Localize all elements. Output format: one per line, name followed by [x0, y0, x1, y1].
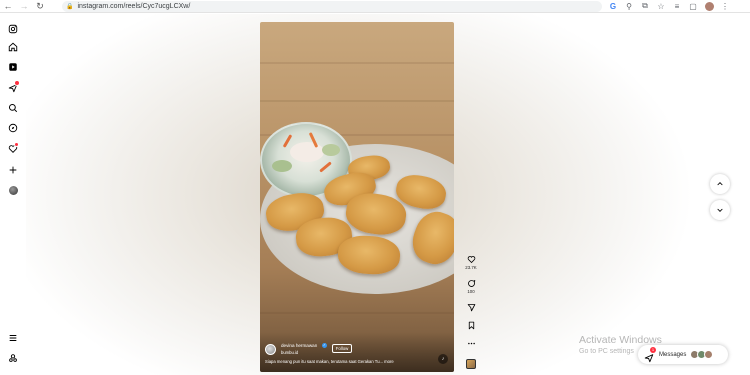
profile-icon[interactable]: [704, 1, 714, 11]
create-icon[interactable]: [8, 165, 18, 175]
sidebar-icon[interactable]: ▢: [688, 1, 698, 11]
more-action[interactable]: [462, 339, 480, 348]
reload-icon[interactable]: ↻: [32, 0, 48, 12]
notification-dot: [14, 142, 19, 147]
audio-thumbnail[interactable]: [462, 359, 480, 369]
like-action[interactable]: 23.7K: [462, 255, 480, 270]
author-name[interactable]: devina hermawan: [281, 343, 317, 348]
reel-video[interactable]: devina hermawan ✓ bumbu.id Follow Siapa …: [260, 22, 454, 372]
mute-icon[interactable]: ♪: [438, 354, 448, 364]
wood-grain: [260, 62, 454, 64]
author-avatar[interactable]: [265, 344, 276, 355]
comment-count: 100: [467, 289, 475, 294]
share-icon[interactable]: ⧉: [640, 1, 650, 11]
chevron-down-icon: [717, 208, 723, 212]
lock-icon: 🔒: [66, 4, 74, 10]
home-icon[interactable]: [8, 42, 18, 52]
cabbage: [272, 160, 292, 172]
messenger-badge: [14, 80, 20, 86]
share-icon[interactable]: [467, 303, 476, 312]
search-icon[interactable]: [8, 103, 18, 113]
wood-grain: [260, 312, 454, 314]
previous-reel-button[interactable]: [710, 174, 730, 194]
verified-icon: ✓: [322, 343, 327, 348]
audio-label[interactable]: bumbu.id: [281, 350, 298, 355]
messenger-icon: 1: [644, 346, 656, 362]
carrot-strip: [319, 161, 332, 173]
share-action[interactable]: [462, 303, 480, 312]
save-action[interactable]: [462, 321, 480, 330]
messenger-icon[interactable]: [8, 80, 20, 93]
tab-search-icon[interactable]: ≡: [672, 1, 682, 11]
like-count: 23.7K: [465, 265, 477, 270]
bookmark-icon[interactable]: [467, 321, 476, 330]
wood-grain: [260, 100, 454, 102]
messages-label: Messages: [659, 351, 687, 358]
messages-button[interactable]: 1 Messages: [638, 345, 728, 364]
star-icon[interactable]: ☆: [656, 1, 666, 11]
audio-thumbnail-icon[interactable]: [466, 359, 476, 369]
menu-icon[interactable]: [8, 333, 18, 343]
kebab-menu-icon[interactable]: ⋮: [720, 1, 730, 11]
heart-icon[interactable]: [8, 142, 19, 154]
reel-caption[interactable]: Siapa menang pun itu saat makan, terutam…: [265, 359, 425, 364]
explore-icon[interactable]: [8, 123, 18, 133]
follow-button[interactable]: Follow: [332, 344, 352, 353]
back-arrow-icon[interactable]: ←: [0, 0, 16, 12]
sidebar: [0, 14, 26, 375]
address-bar[interactable]: 🔒 instagram.com/reels/Cyc7ucgLCXw/: [62, 1, 602, 12]
zoom-icon[interactable]: ⚲: [624, 1, 634, 11]
like-heart-icon[interactable]: [467, 255, 476, 264]
comment-action[interactable]: 100: [462, 279, 480, 294]
google-icon[interactable]: G: [608, 1, 618, 11]
browser-toolbar: ← → ↻ 🔒 instagram.com/reels/Cyc7ucgLCXw/…: [0, 0, 750, 13]
contact-avatar: [704, 350, 714, 359]
comment-icon[interactable]: [467, 279, 476, 288]
url-text: instagram.com/reels/Cyc7ucgLCXw/: [77, 3, 191, 10]
carrot-strip: [282, 134, 293, 148]
instagram-logo-icon[interactable]: [8, 24, 18, 34]
sauce: [290, 142, 324, 162]
profile-avatar-icon[interactable]: [8, 185, 18, 195]
reels-icon[interactable]: [8, 62, 18, 72]
cabbage: [322, 144, 340, 156]
next-reel-button[interactable]: [710, 200, 730, 220]
more-options-icon[interactable]: [467, 339, 476, 348]
chevron-up-icon: [717, 182, 723, 186]
threads-icon[interactable]: [8, 353, 18, 363]
forward-arrow-icon[interactable]: →: [16, 0, 32, 12]
messages-badge: 1: [650, 346, 656, 353]
